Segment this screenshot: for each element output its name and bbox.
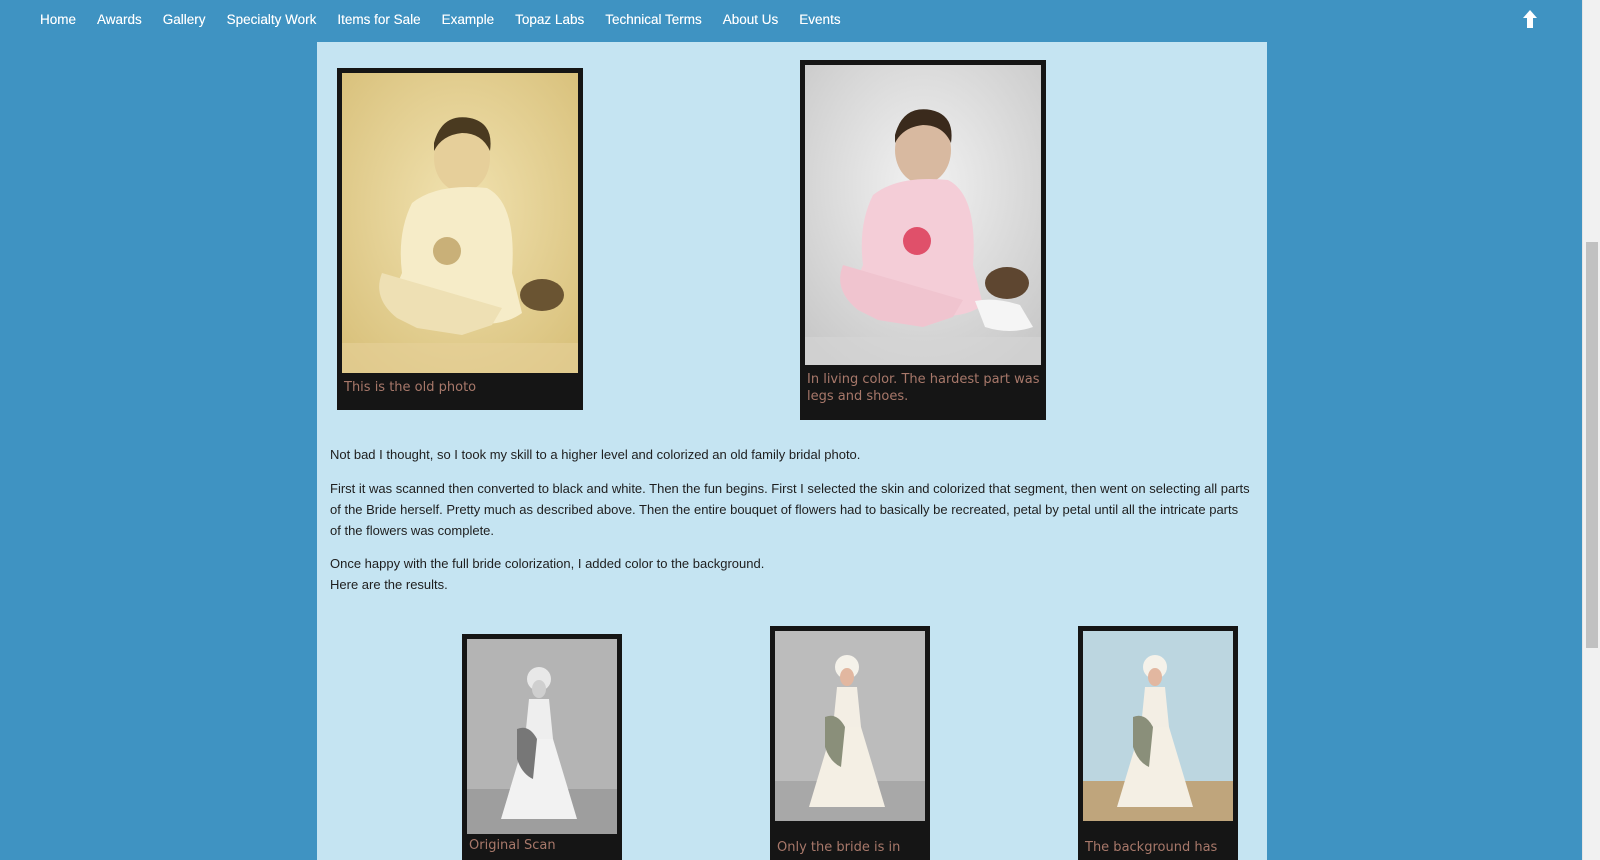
photo-caption: In living color. The hardest part was le… <box>807 372 1040 404</box>
nav-item-events[interactable]: Events <box>799 12 840 27</box>
paragraph-intro: Not bad I thought, so I took my skill to… <box>330 447 861 462</box>
nav-item-specialty-work[interactable]: Specialty Work <box>227 12 317 27</box>
paragraph-background-line1: Once happy with the full bride colorizat… <box>330 556 765 571</box>
photo-card-original-scan[interactable]: Original Scan <box>462 634 622 860</box>
nav-item-awards[interactable]: Awards <box>97 12 142 27</box>
nav-item-about-us[interactable]: About Us <box>723 12 779 27</box>
nav-item-example[interactable]: Example <box>442 12 495 27</box>
main-content: This is the old photo In living color. T… <box>317 42 1267 860</box>
photo-card-old[interactable]: This is the old photo <box>337 68 583 410</box>
paragraph-process: First it was scanned then converted to b… <box>330 481 1250 538</box>
nav-item-gallery[interactable]: Gallery <box>163 12 206 27</box>
colorized-child-photo <box>805 65 1041 365</box>
vertical-scrollbar[interactable] <box>1582 0 1600 860</box>
scroll-to-top-icon[interactable] <box>1520 8 1540 30</box>
bride-background-colorized-photo <box>1083 631 1233 821</box>
photo-caption: The background has <box>1085 840 1218 855</box>
nav-item-items-for-sale[interactable]: Items for Sale <box>337 12 420 27</box>
photo-card-colorized[interactable]: In living color. The hardest part was le… <box>800 60 1046 420</box>
photo-card-background-colorized[interactable]: The background has <box>1078 626 1238 860</box>
old-sepia-child-photo <box>342 73 578 373</box>
top-navigation-bar: Home Awards Gallery Specialty Work Items… <box>0 0 1582 42</box>
photo-card-bride-colorized[interactable]: Only the bride is in <box>770 626 930 860</box>
photo-caption: Only the bride is in <box>777 840 901 855</box>
bride-original-scan-photo <box>467 639 617 834</box>
nav-menu: Home Awards Gallery Specialty Work Items… <box>40 12 862 27</box>
photo-caption: This is the old photo <box>344 380 477 395</box>
photo-caption: Original Scan <box>469 838 556 853</box>
nav-item-topaz-labs[interactable]: Topaz Labs <box>515 12 584 27</box>
bride-colorized-photo <box>775 631 925 821</box>
scrollbar-thumb[interactable] <box>1586 242 1598 648</box>
nav-item-technical-terms[interactable]: Technical Terms <box>605 12 702 27</box>
paragraph-background-line2: Here are the results. <box>330 577 448 592</box>
nav-item-home[interactable]: Home <box>40 12 76 27</box>
